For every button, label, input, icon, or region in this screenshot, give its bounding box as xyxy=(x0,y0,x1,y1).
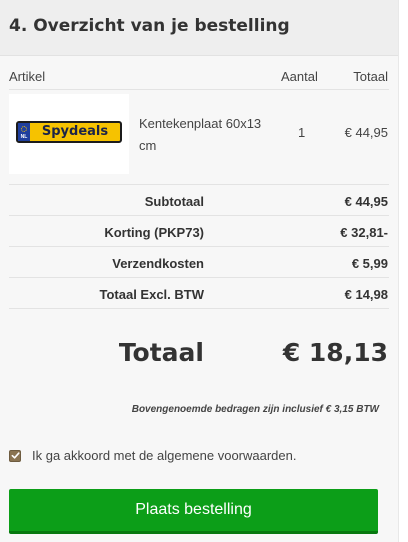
product-name[interactable]: Kentekenplaat 60x13 cm xyxy=(139,113,279,157)
grand-total-label: Totaal xyxy=(118,338,204,367)
product-quantity: 1 xyxy=(298,125,306,140)
summary-row-discount: Korting (PKP73) € 32,81- xyxy=(9,216,389,247)
table-header: Artikel Aantal Totaal xyxy=(9,56,389,90)
order-overview-panel: 4. Overzicht van je bestelling Artikel A… xyxy=(0,0,399,542)
summary-label: Korting (PKP73) xyxy=(104,225,204,240)
summary-row-subtotal: Subtotaal € 44,95 xyxy=(9,185,389,216)
vat-note: Bovengenoemde bedragen zijn inclusief € … xyxy=(131,404,379,415)
plate-text: Spydeals xyxy=(41,124,109,139)
table-row: NL Spydeals Kentekenplaat 60x13 cm 1 € 4… xyxy=(9,90,389,185)
checkmark-icon xyxy=(11,452,20,459)
grand-total-value: € 18,13 xyxy=(282,338,388,367)
summary-label: Verzendkosten xyxy=(112,256,204,271)
section-title: 4. Overzicht van je bestelling xyxy=(9,16,290,36)
terms-label[interactable]: Ik ga akkoord met de algemene voorwaarde… xyxy=(32,448,297,463)
license-plate-logo: NL Spydeals xyxy=(16,121,122,143)
summary-value: € 14,98 xyxy=(344,287,388,302)
eu-stars-icon xyxy=(21,126,27,132)
summary-value: € 32,81- xyxy=(340,225,388,240)
terms-agreement[interactable]: Ik ga akkoord met de algemene voorwaarde… xyxy=(9,448,297,463)
place-order-button[interactable]: Plaats bestelling xyxy=(9,489,378,534)
summary-row-total-excl-vat: Totaal Excl. BTW € 14,98 xyxy=(9,278,389,309)
header-total: Totaal xyxy=(353,69,388,84)
header-quantity: Aantal xyxy=(281,69,318,84)
summary-label: Totaal Excl. BTW xyxy=(99,287,205,302)
eu-band-icon: NL xyxy=(18,123,30,141)
terms-checkbox[interactable] xyxy=(9,449,21,462)
summary-value: € 44,95 xyxy=(344,194,388,209)
summary-row-shipping: Verzendkosten € 5,99 xyxy=(9,247,389,278)
summary-value: € 5,99 xyxy=(351,256,388,271)
section-header: 4. Overzicht van je bestelling xyxy=(0,0,398,56)
header-article: Artikel xyxy=(9,69,46,84)
product-total: € 44,95 xyxy=(344,125,388,140)
summary-label: Subtotaal xyxy=(144,194,204,209)
order-table: Artikel Aantal Totaal NL Spydeals Kentek… xyxy=(9,56,389,309)
plate-country: NL xyxy=(20,134,28,140)
grand-total: Totaal € 18,13 xyxy=(9,330,389,380)
product-image[interactable]: NL Spydeals xyxy=(9,94,129,174)
